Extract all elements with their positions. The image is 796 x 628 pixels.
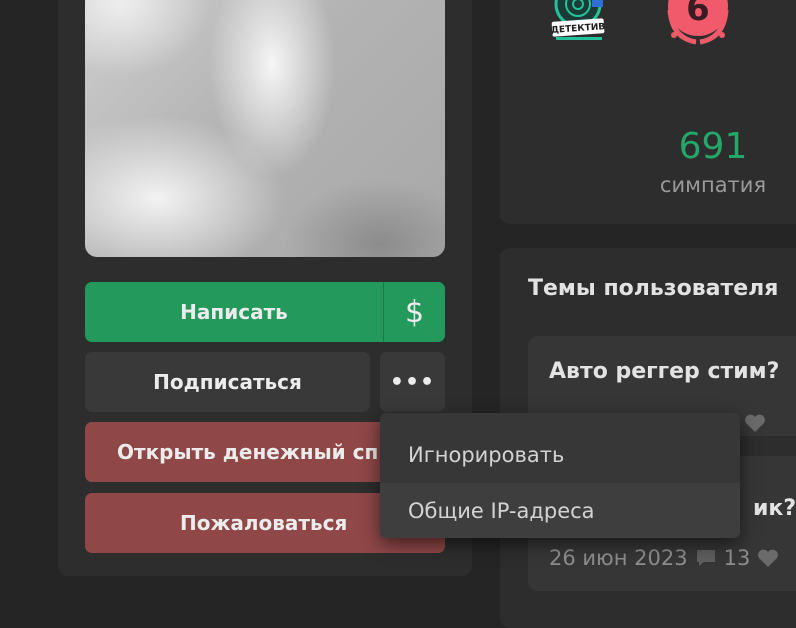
user-threads-heading: Темы пользователя <box>528 276 779 301</box>
more-actions-button[interactable]: ••• <box>380 352 445 412</box>
thread-date: 26 июн 2023 <box>549 546 688 570</box>
thread-title[interactable]: ик? <box>753 496 796 521</box>
six-badge-label: 6 <box>686 0 710 29</box>
six-badge-icon[interactable]: 6 <box>652 0 744 50</box>
write-message-button[interactable]: Написать <box>85 282 383 342</box>
menu-item-ignore[interactable]: Игнорировать <box>380 427 740 483</box>
detective-badge-icon[interactable]: ДЕТЕКТИВ <box>538 0 618 50</box>
menu-item-shared-ip[interactable]: Общие IP-адреса <box>380 483 740 538</box>
thread-meta: 26 июн 2023 13 <box>549 546 780 570</box>
likes-label: симпатия <box>659 173 767 197</box>
comment-icon <box>696 550 715 566</box>
likes-count: 691 <box>678 126 748 167</box>
follow-button[interactable]: Подписаться <box>85 352 370 412</box>
heart-icon <box>758 549 779 567</box>
thread-title[interactable]: Авто реггер стим? <box>549 359 779 384</box>
profile-avatar[interactable] <box>85 0 445 257</box>
heart-icon <box>745 414 766 432</box>
more-actions-dropdown: Игнорировать Общие IP-адреса <box>380 413 740 538</box>
money-transfer-button[interactable]: $ <box>383 282 445 342</box>
more-dots-icon: ••• <box>389 369 436 395</box>
dollar-icon: $ <box>404 294 425 330</box>
thread-replies-count: 13 <box>723 546 751 570</box>
